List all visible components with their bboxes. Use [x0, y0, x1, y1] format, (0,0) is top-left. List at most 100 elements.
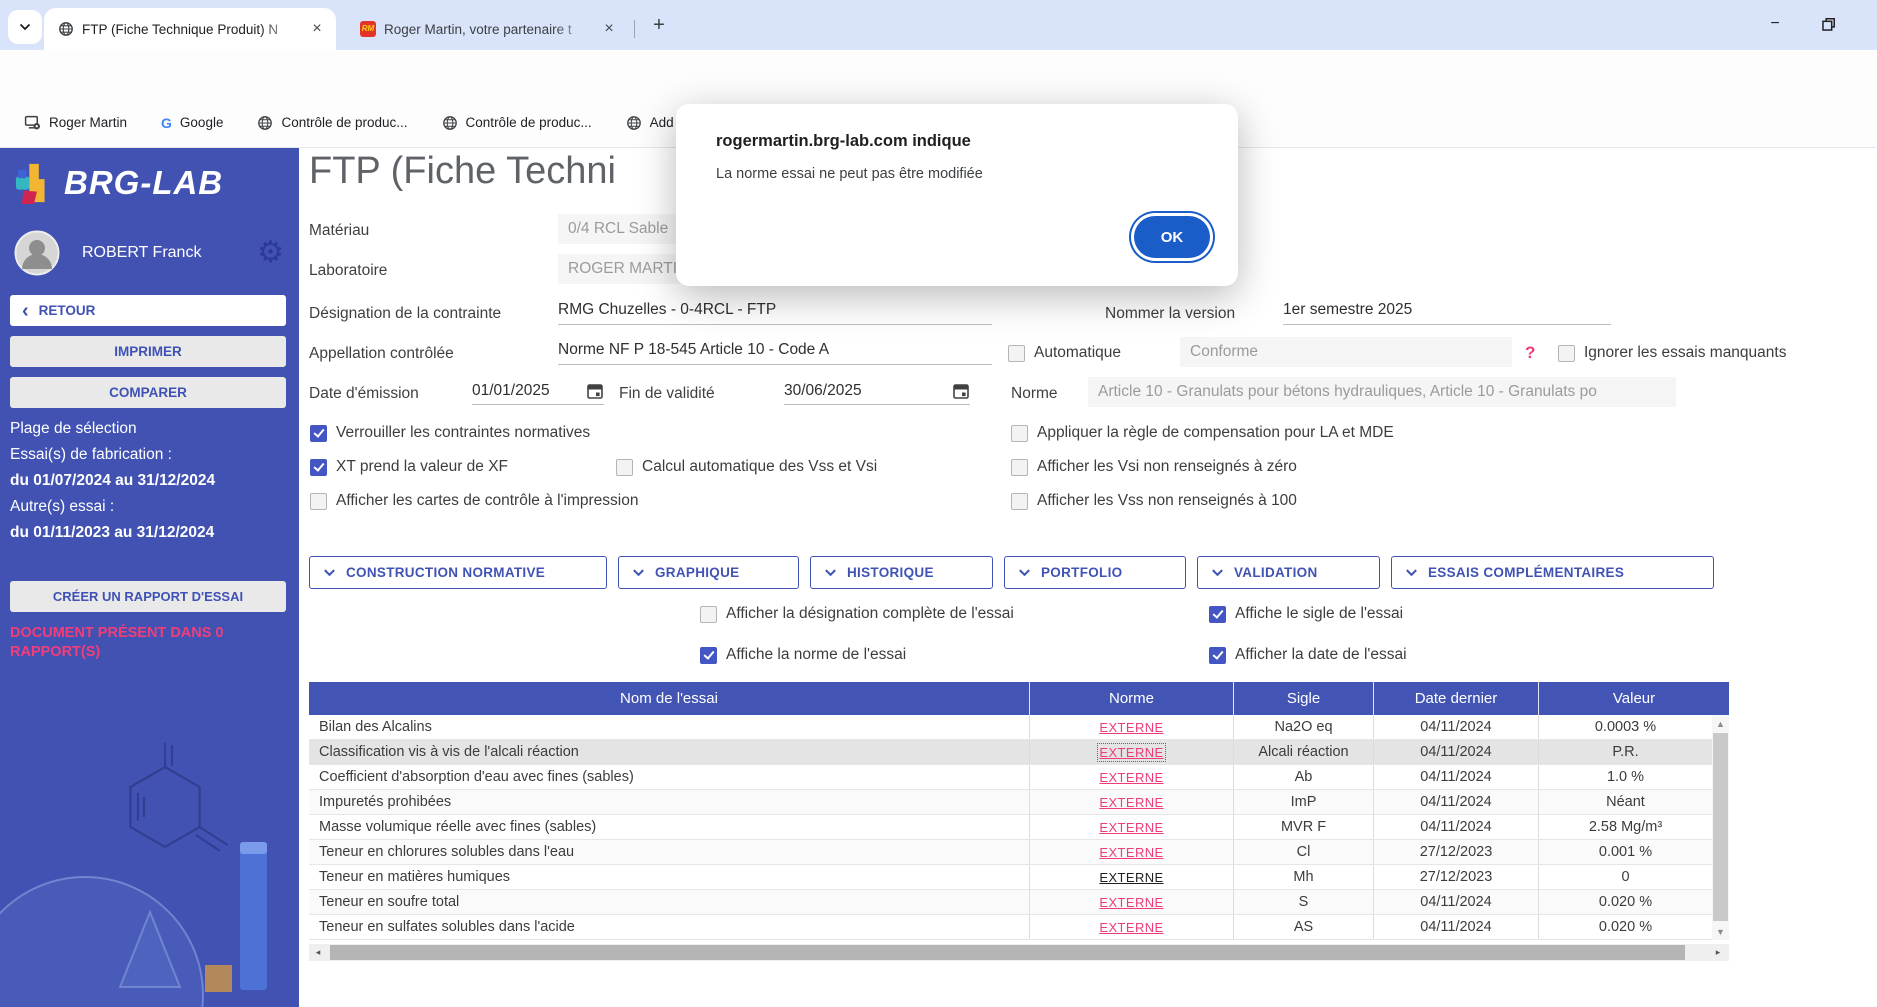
option-verrouiller[interactable]: Verrouiller les contraintes normatives [310, 424, 590, 442]
externe-link[interactable]: EXTERNE [1099, 920, 1163, 935]
display-option-date[interactable]: Afficher la date de l'essai [1209, 646, 1407, 664]
externe-link[interactable]: EXTERNE [1099, 770, 1163, 785]
tab-search-button[interactable] [8, 10, 42, 44]
externe-link[interactable]: EXTERNE [1099, 895, 1163, 910]
horizontal-scrollbar[interactable]: ◂ ▸ [309, 944, 1729, 961]
checkbox[interactable] [1209, 606, 1226, 623]
column-header-date[interactable]: Date dernier [1373, 682, 1538, 715]
checkbox[interactable] [310, 425, 327, 442]
accordion-graphique[interactable]: GRAPHIQUE [618, 556, 799, 589]
ok-button[interactable]: OK [1134, 216, 1210, 258]
scroll-up-icon[interactable]: ▲ [1712, 715, 1729, 733]
table-row[interactable]: Teneur en chlorures solubles dans l'eau … [309, 840, 1712, 865]
dialog-message: La norme essai ne peut pas être modifiée [716, 166, 983, 182]
automatique-option[interactable]: Automatique [1008, 344, 1121, 362]
table-row[interactable]: Teneur en soufre total EXTERNE S 04/11/2… [309, 890, 1712, 915]
display-option-designation[interactable]: Afficher la désignation complète de l'es… [700, 605, 1014, 623]
tab-roger-martin[interactable]: RM Roger Martin, votre partenaire t × [346, 8, 628, 50]
fin-validite-field[interactable]: 30/06/2025 [784, 377, 970, 405]
checkbox[interactable] [700, 606, 717, 623]
scroll-left-icon[interactable]: ◂ [309, 947, 327, 958]
table-row[interactable]: Masse volumique réelle avec fines (sable… [309, 815, 1712, 840]
ignorer-checkbox[interactable] [1558, 345, 1575, 362]
option-calcul-vss-vsi[interactable]: Calcul automatique des Vss et Vsi [616, 458, 877, 476]
display-option-sigle[interactable]: Affiche le sigle de l'essai [1209, 605, 1403, 623]
checkbox[interactable] [1209, 647, 1226, 664]
option-xt-xf[interactable]: XT prend la valeur de XF [310, 458, 508, 476]
accordion-essais-complementaires[interactable]: ESSAIS COMPLÉMENTAIRES [1391, 556, 1714, 589]
comparer-button[interactable]: COMPARER [10, 377, 286, 408]
conforme-field: Conforme [1180, 337, 1512, 367]
checkbox[interactable] [310, 459, 327, 476]
table-row[interactable]: Teneur en sulfates solubles dans l'acide… [309, 915, 1712, 940]
horizontal-scrollbar-thumb[interactable] [330, 945, 1685, 960]
designation-field[interactable]: RMG Chuzelles - 0-4RCL - FTP [558, 295, 992, 325]
option-vsi-zero[interactable]: Afficher les Vsi non renseignés à zéro [1011, 458, 1297, 476]
checkbox[interactable] [1011, 459, 1028, 476]
essai-name: Classification vis à vis de l'alcali réa… [309, 740, 1029, 764]
date-emission-label: Date d'émission [309, 385, 419, 403]
date-emission-value[interactable]: 01/01/2025 [472, 382, 550, 400]
externe-link[interactable]: EXTERNE [1099, 820, 1163, 835]
scroll-right-icon[interactable]: ▸ [1709, 947, 1727, 958]
gear-icon[interactable]: ⚙ [257, 238, 284, 268]
calendar-icon[interactable] [586, 382, 604, 400]
checkbox[interactable] [310, 493, 327, 510]
externe-link[interactable]: EXTERNE [1099, 870, 1163, 885]
imprimer-button[interactable]: IMPRIMER [10, 336, 286, 367]
tab-ftp[interactable]: FTP (Fiche Technique Produit) N × [44, 8, 336, 50]
checkbox[interactable] [700, 647, 717, 664]
accordion-portfolio[interactable]: PORTFOLIO [1004, 556, 1186, 589]
version-field[interactable]: 1er semestre 2025 [1283, 295, 1611, 325]
accordion-validation[interactable]: VALIDATION [1197, 556, 1380, 589]
table-row[interactable]: Classification vis à vis de l'alcali réa… [309, 740, 1712, 765]
calendar-icon[interactable] [952, 382, 970, 400]
bookmark-google[interactable]: G Google [161, 115, 223, 131]
close-icon[interactable]: × [308, 20, 326, 38]
retour-button[interactable]: ‹ RETOUR [10, 295, 286, 326]
accordion-construction-normative[interactable]: CONSTRUCTION NORMATIVE [309, 556, 607, 589]
externe-link[interactable]: EXTERNE [1099, 795, 1163, 810]
column-header-nom[interactable]: Nom de l'essai [309, 682, 1029, 715]
bookmark-controle-2[interactable]: Contrôle de produc... [442, 115, 592, 131]
date-emission-field[interactable]: 01/01/2025 [472, 377, 604, 405]
automatique-checkbox[interactable] [1008, 345, 1025, 362]
bookmark-controle-1[interactable]: Contrôle de produc... [257, 115, 407, 131]
checkbox[interactable] [616, 459, 633, 476]
ignorer-option[interactable]: Ignorer les essais manquants [1558, 344, 1786, 362]
table-row[interactable]: Teneur en matières humiques EXTERNE Mh 2… [309, 865, 1712, 890]
fin-validite-value[interactable]: 30/06/2025 [784, 382, 862, 400]
column-header-norme[interactable]: Norme [1029, 682, 1233, 715]
display-option-norme[interactable]: Affiche la norme de l'essai [700, 646, 906, 664]
essai-date: 04/11/2024 [1373, 740, 1538, 764]
table-row[interactable]: Impuretés prohibées EXTERNE ImP 04/11/20… [309, 790, 1712, 815]
essai-valeur: 0 [1538, 865, 1712, 889]
appellation-field[interactable]: Norme NF P 18-545 Article 10 - Code A [558, 335, 992, 365]
vertical-scrollbar[interactable]: ▲ ▼ [1712, 715, 1729, 940]
restore-button[interactable] [1820, 16, 1837, 33]
help-icon[interactable]: ? [1525, 343, 1535, 363]
option-vss-100[interactable]: Afficher les Vss non renseignés à 100 [1011, 492, 1297, 510]
vertical-scrollbar-thumb[interactable] [1713, 733, 1728, 921]
table-row[interactable]: Coefficient d'absorption d'eau avec fine… [309, 765, 1712, 790]
accordion-historique[interactable]: HISTORIQUE [810, 556, 993, 589]
externe-link[interactable]: EXTERNE [1099, 720, 1163, 735]
minimize-button[interactable]: − [1762, 14, 1788, 36]
option-compensation[interactable]: Appliquer la règle de compensation pour … [1011, 424, 1394, 442]
checkbox[interactable] [1011, 493, 1028, 510]
essai-name: Teneur en matières humiques [309, 865, 1029, 889]
externe-link[interactable]: EXTERNE [1099, 745, 1163, 760]
close-icon[interactable]: × [600, 20, 618, 38]
option-label: Afficher les Vsi non renseignés à zéro [1037, 458, 1297, 476]
column-header-valeur[interactable]: Valeur [1538, 682, 1729, 715]
column-header-sigle[interactable]: Sigle [1233, 682, 1373, 715]
externe-link[interactable]: EXTERNE [1099, 845, 1163, 860]
bookmark-roger-martin[interactable]: Roger Martin [24, 114, 127, 131]
new-tab-button[interactable]: + [646, 13, 672, 39]
checkbox[interactable] [1011, 425, 1028, 442]
bookmark-add[interactable]: Add [626, 115, 674, 131]
creer-rapport-button[interactable]: CRÉER UN RAPPORT D'ESSAI [10, 581, 286, 612]
scroll-down-icon[interactable]: ▼ [1712, 925, 1729, 940]
option-cartes-controle[interactable]: Afficher les cartes de contrôle à l'impr… [310, 492, 638, 510]
table-row[interactable]: Bilan des Alcalins EXTERNE Na2O eq 04/11… [309, 715, 1712, 740]
